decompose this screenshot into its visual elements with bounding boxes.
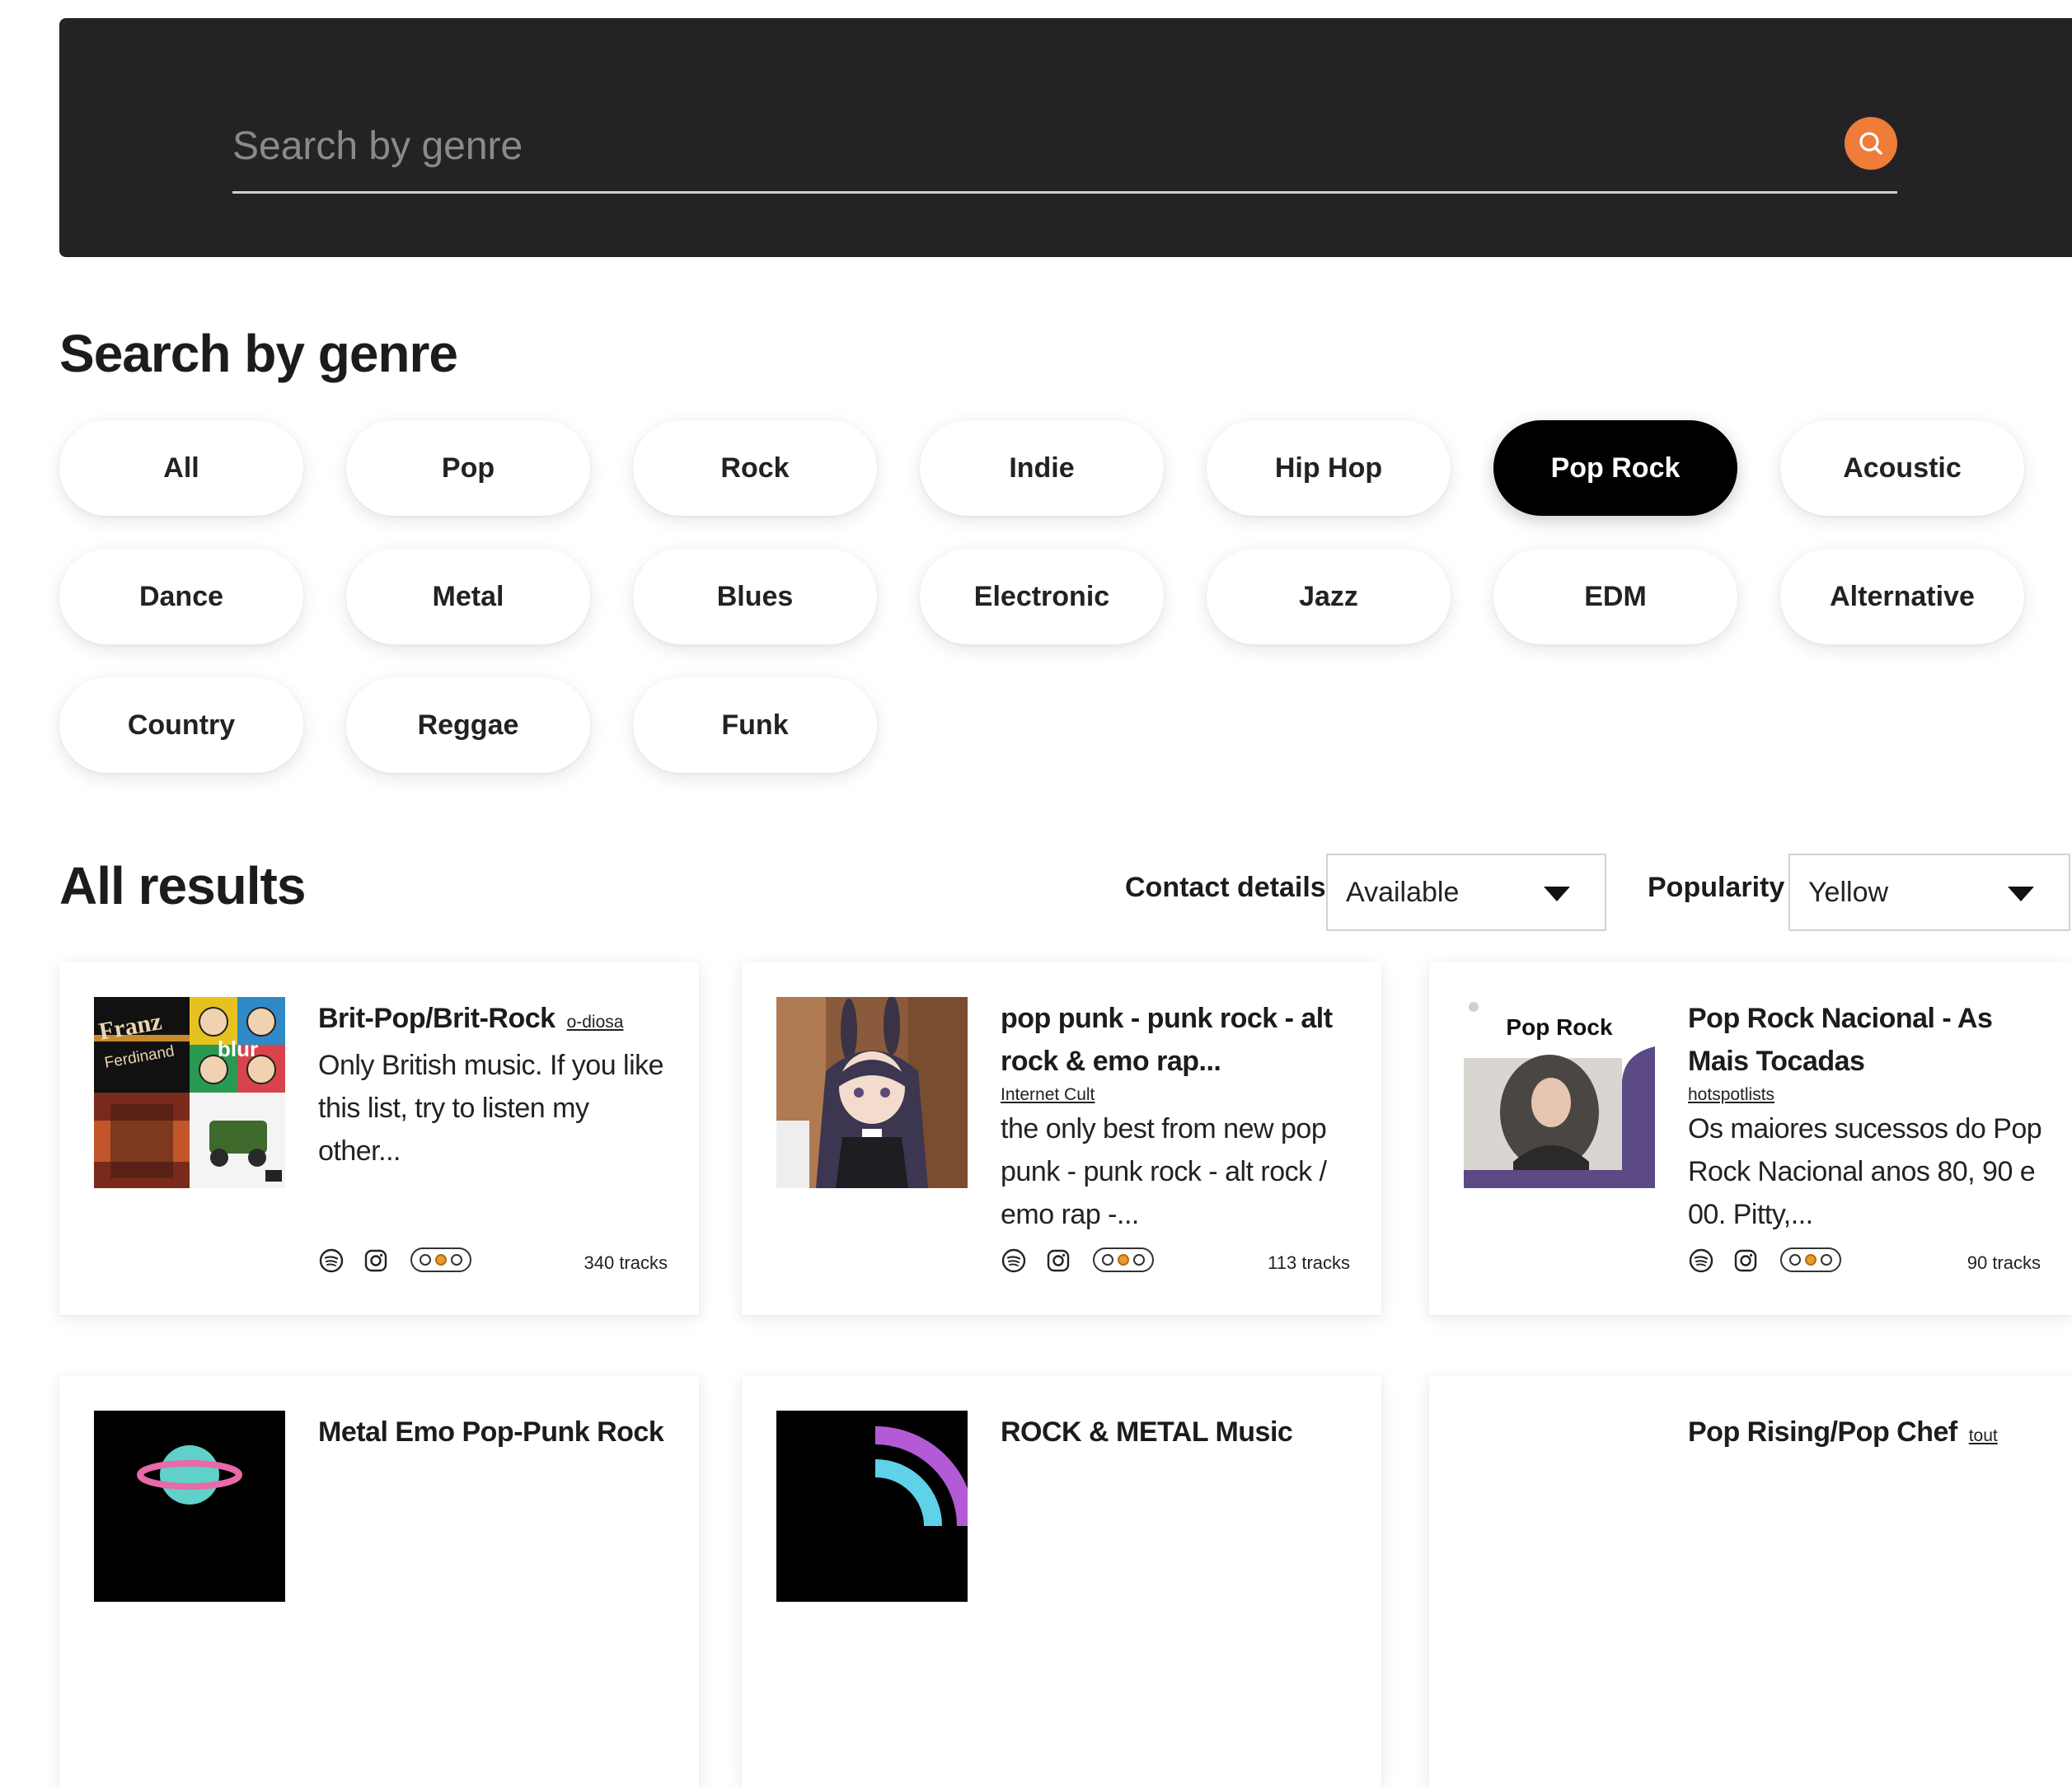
playlist-card[interactable]: pop punk - punk rock - alt rock & emo ra… <box>742 962 1381 1315</box>
popularity-dot-active <box>1805 1254 1817 1266</box>
genre-pill-acoustic[interactable]: Acoustic <box>1780 420 2024 516</box>
popularity-indicator <box>1093 1247 1154 1272</box>
playlist-cover <box>94 1411 285 1602</box>
genre-pill-jazz[interactable]: Jazz <box>1207 549 1451 644</box>
genre-pill-rock[interactable]: Rock <box>633 420 877 516</box>
instagram-icon[interactable] <box>1045 1247 1071 1274</box>
svg-text:Pop Rock: Pop Rock <box>1506 1014 1613 1040</box>
playlist-description: Os maiores sucessos do Pop Rock Nacional… <box>1688 1113 2042 1230</box>
track-count: 340 tracks <box>584 1252 668 1273</box>
genre-pill-pop-rock[interactable]: Pop Rock <box>1493 420 1737 516</box>
track-count: 113 tracks <box>1268 1252 1350 1273</box>
album-collage-image: Franz Ferdinand blur <box>94 997 285 1188</box>
anime-girl-image <box>776 997 968 1188</box>
genre-pill-country[interactable]: Country <box>59 677 303 773</box>
playlist-cover: Pop Rock <box>1464 997 1655 1188</box>
spotify-icon[interactable] <box>318 1247 345 1274</box>
contact-details-select[interactable]: Available <box>1326 854 1606 931</box>
card-footer: 113 tracks <box>1001 1246 1350 1279</box>
genre-section-title: Search by genre <box>59 324 458 383</box>
spotify-icon[interactable] <box>1688 1247 1714 1274</box>
playlist-card[interactable]: Pop Rising/Pop Chef tout <box>1429 1376 2072 1788</box>
genre-pill-indie[interactable]: Indie <box>920 420 1164 516</box>
playlist-title[interactable]: Metal Emo Pop-Punk Rock <box>318 1411 673 1453</box>
playlist-cover: Franz Ferdinand blur <box>94 997 285 1188</box>
contact-details-value: Available <box>1346 877 1460 908</box>
playlist-card[interactable]: Pop Rock Pop Rock Nacional - As Mais Toc… <box>1429 962 2072 1315</box>
popularity-dot <box>1789 1254 1801 1266</box>
genre-grid: All Pop Rock Indie Hip Hop Pop Rock Acou… <box>59 420 2024 773</box>
popularity-select[interactable]: Yellow <box>1788 854 2070 931</box>
search-banner <box>59 18 2072 257</box>
genre-pill-alternative[interactable]: Alternative <box>1780 549 2024 644</box>
playlist-description: the only best from new pop punk - punk r… <box>1001 1113 1327 1230</box>
popularity-indicator <box>410 1247 471 1272</box>
genre-pill-funk[interactable]: Funk <box>633 677 877 773</box>
genre-pill-electronic[interactable]: Electronic <box>920 549 1164 644</box>
genre-pill-metal[interactable]: Metal <box>346 549 590 644</box>
playlist-title[interactable]: Brit-Pop/Brit-Rock o-diosa <box>318 997 673 1044</box>
rock-metal-cover-image <box>776 1411 968 1602</box>
genre-pill-reggae[interactable]: Reggae <box>346 677 590 773</box>
results-section-title: All results <box>59 856 306 915</box>
search-icon <box>1859 132 1882 155</box>
card-footer: 90 tracks <box>1688 1246 2041 1279</box>
contact-details-label: Contact details <box>1125 872 1326 903</box>
popularity-dot <box>451 1254 462 1266</box>
playlist-title[interactable]: pop punk - punk rock - alt rock & emo ra… <box>1001 997 1355 1083</box>
playlist-card[interactable]: ROCK & METAL Music <box>742 1376 1381 1788</box>
playlist-cover <box>776 997 968 1188</box>
popularity-dot <box>1133 1254 1145 1266</box>
search-field <box>232 101 1897 194</box>
pop-rock-cover-image: Pop Rock <box>1464 997 1655 1188</box>
playlist-title[interactable]: Pop Rock Nacional - As Mais Tocadas <box>1688 997 2042 1083</box>
popularity-label: Popularity <box>1648 872 1785 903</box>
instagram-icon[interactable] <box>1732 1247 1759 1274</box>
search-button[interactable] <box>1845 117 1897 170</box>
playlist-author-link[interactable]: o-diosa <box>567 1013 624 1032</box>
card-footer: 340 tracks <box>318 1246 668 1279</box>
playlist-cover <box>776 1411 968 1602</box>
popularity-dot <box>1102 1254 1113 1266</box>
genre-pill-all[interactable]: All <box>59 420 303 516</box>
genre-pill-pop[interactable]: Pop <box>346 420 590 516</box>
genre-pill-edm[interactable]: EDM <box>1493 549 1737 644</box>
track-count: 90 tracks <box>1967 1252 2041 1273</box>
spotify-icon[interactable] <box>1001 1247 1027 1274</box>
popularity-dot-active <box>1118 1254 1129 1266</box>
playlist-card[interactable]: Metal Emo Pop-Punk Rock <box>59 1376 699 1788</box>
planet-cover-image <box>94 1411 285 1602</box>
playlist-author-link[interactable]: tout <box>1969 1426 1998 1445</box>
playlist-title[interactable]: ROCK & METAL Music <box>1001 1411 1355 1453</box>
popularity-dot <box>420 1254 431 1266</box>
playlist-author-link[interactable]: hotspotlists <box>1688 1083 2042 1107</box>
genre-pill-blues[interactable]: Blues <box>633 549 877 644</box>
playlist-description: Only British music. If you like this lis… <box>318 1050 664 1167</box>
genre-pill-dance[interactable]: Dance <box>59 549 303 644</box>
instagram-icon[interactable] <box>363 1247 389 1274</box>
caret-down-icon <box>1544 887 1570 901</box>
caret-down-icon <box>2008 887 2034 901</box>
popularity-dot-active <box>435 1254 447 1266</box>
playlist-author-link[interactable]: Internet Cult <box>1001 1083 1355 1107</box>
svg-text:blur: blur <box>218 1037 258 1061</box>
popularity-indicator <box>1780 1247 1841 1272</box>
search-input[interactable] <box>232 117 1782 175</box>
playlist-card[interactable]: Franz Ferdinand blur Brit-Pop/Brit-Rock o… <box>59 962 699 1315</box>
popularity-dot <box>1821 1254 1832 1266</box>
genre-pill-hip-hop[interactable]: Hip Hop <box>1207 420 1451 516</box>
playlist-title[interactable]: Pop Rising/Pop Chef tout <box>1688 1411 2042 1458</box>
popularity-value: Yellow <box>1808 877 1889 908</box>
